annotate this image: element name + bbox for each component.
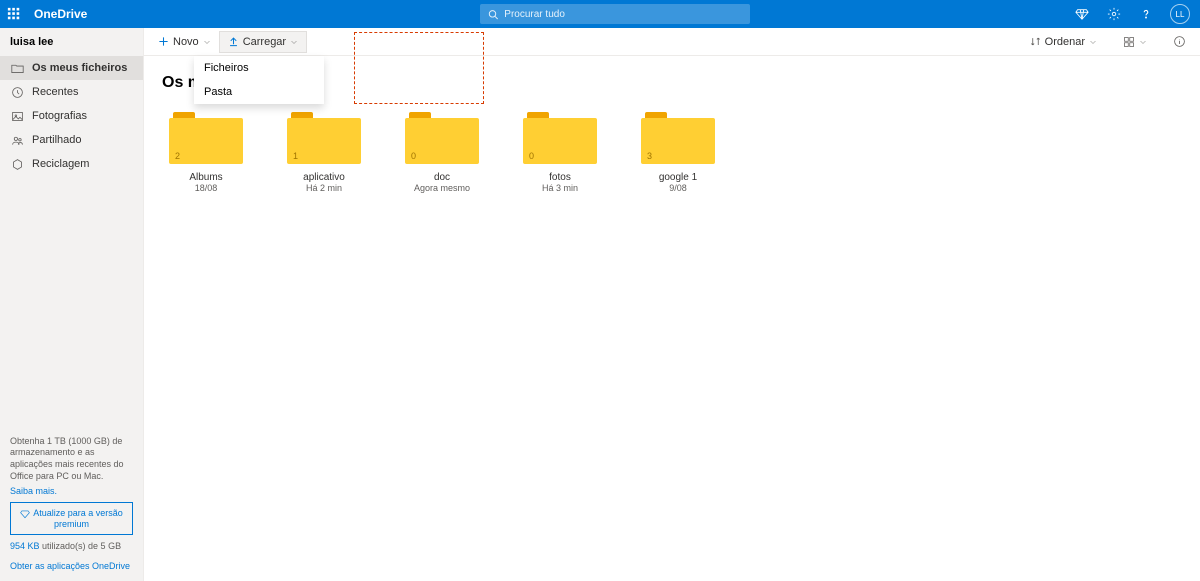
sidebar-item-photos[interactable]: Fotografias [0, 104, 143, 128]
help-button[interactable] [1138, 6, 1154, 22]
sidebar-item-shared[interactable]: Partilhado [0, 128, 143, 152]
folder-item[interactable]: 0 doc Agora mesmo [398, 112, 486, 193]
upgrade-button[interactable]: Atualize para a versão premium [10, 502, 133, 535]
gear-icon [1107, 7, 1121, 21]
file-name: Albums [189, 172, 222, 183]
folder-item[interactable]: 2 Albums 18/08 [162, 112, 250, 193]
people-icon [10, 133, 24, 147]
upload-folder-item[interactable]: Pasta [194, 80, 324, 104]
recycle-icon [10, 157, 24, 171]
sidebar-item-label: Fotografias [32, 110, 87, 122]
file-grid: 2 Albums 18/08 1 aplicativo Há 2 min 0 d… [144, 92, 1200, 213]
sidebar-item-label: Os meus ficheiros [32, 62, 127, 74]
folder-icon [10, 61, 24, 75]
premium-pitch: Obtenha 1 TB (1000 GB) de armazenamento … [10, 436, 133, 483]
settings-button[interactable] [1106, 6, 1122, 22]
folder-item[interactable]: 3 google 1 9/08 [634, 112, 722, 193]
clock-icon [10, 85, 24, 99]
upload-files-item[interactable]: Ficheiros [194, 56, 324, 80]
diamond-icon [1075, 7, 1089, 21]
chevron-down-icon [203, 38, 211, 46]
new-button[interactable]: Novo [150, 32, 219, 52]
storage-info: 954 KB utilizado(s) de 5 GB [10, 541, 133, 551]
chevron-down-icon [290, 38, 298, 46]
file-date: Há 2 min [306, 183, 342, 193]
sidebar-item-label: Recentes [32, 86, 78, 98]
folder-icon: 1 [287, 112, 361, 164]
app-launcher[interactable] [0, 0, 28, 28]
view-button[interactable] [1115, 32, 1155, 52]
upload-icon [228, 36, 239, 47]
sidebar-item-label: Reciclagem [32, 158, 89, 170]
main-content: Novo Carregar Ordenar [144, 28, 1200, 581]
waffle-icon [7, 7, 21, 21]
file-date: 9/08 [669, 183, 687, 193]
grid-view-icon [1123, 36, 1135, 48]
chevron-down-icon [1139, 38, 1147, 46]
file-name: fotos [549, 172, 571, 183]
sort-button[interactable]: Ordenar [1022, 32, 1105, 52]
user-name: luisa lee [0, 28, 143, 56]
folder-item[interactable]: 1 aplicativo Há 2 min [280, 112, 368, 193]
file-name: doc [434, 172, 450, 183]
folder-icon: 3 [641, 112, 715, 164]
file-date: Há 3 min [542, 183, 578, 193]
premium-button[interactable] [1074, 6, 1090, 22]
upload-button[interactable]: Carregar [219, 31, 307, 53]
file-name: google 1 [659, 172, 697, 183]
brand-label: OneDrive [34, 7, 87, 21]
info-button[interactable] [1165, 31, 1194, 52]
search-icon [488, 9, 498, 20]
folder-icon: 0 [523, 112, 597, 164]
learn-more-link[interactable]: Saiba mais. [10, 486, 133, 496]
storage-used-link[interactable]: 954 KB [10, 541, 40, 551]
upload-dropdown: Ficheiros Pasta [194, 56, 324, 104]
file-date: Agora mesmo [414, 183, 470, 193]
get-apps-link[interactable]: Obter as aplicações OneDrive [10, 561, 133, 571]
user-avatar[interactable]: LL [1170, 4, 1190, 24]
folder-icon: 2 [169, 112, 243, 164]
chevron-down-icon [1089, 38, 1097, 46]
file-date: 18/08 [195, 183, 218, 193]
file-name: aplicativo [303, 172, 345, 183]
search-box[interactable] [480, 4, 750, 24]
app-header: OneDrive LL [0, 0, 1200, 28]
sidebar-item-recycle[interactable]: Reciclagem [0, 152, 143, 176]
toolbar: Novo Carregar Ordenar [144, 28, 1200, 56]
image-icon [10, 109, 24, 123]
sidebar-item-recent[interactable]: Recentes [0, 80, 143, 104]
plus-icon [158, 36, 169, 47]
info-icon [1173, 35, 1186, 48]
sidebar: luisa lee Os meus ficheiros Recentes Fot… [0, 28, 144, 581]
sidebar-item-myfiles[interactable]: Os meus ficheiros [0, 56, 143, 80]
sort-icon [1030, 36, 1041, 47]
help-icon [1139, 7, 1153, 21]
sidebar-item-label: Partilhado [32, 134, 82, 146]
diamond-icon [20, 509, 30, 519]
folder-item[interactable]: 0 fotos Há 3 min [516, 112, 604, 193]
folder-icon: 0 [405, 112, 479, 164]
search-input[interactable] [504, 9, 742, 20]
